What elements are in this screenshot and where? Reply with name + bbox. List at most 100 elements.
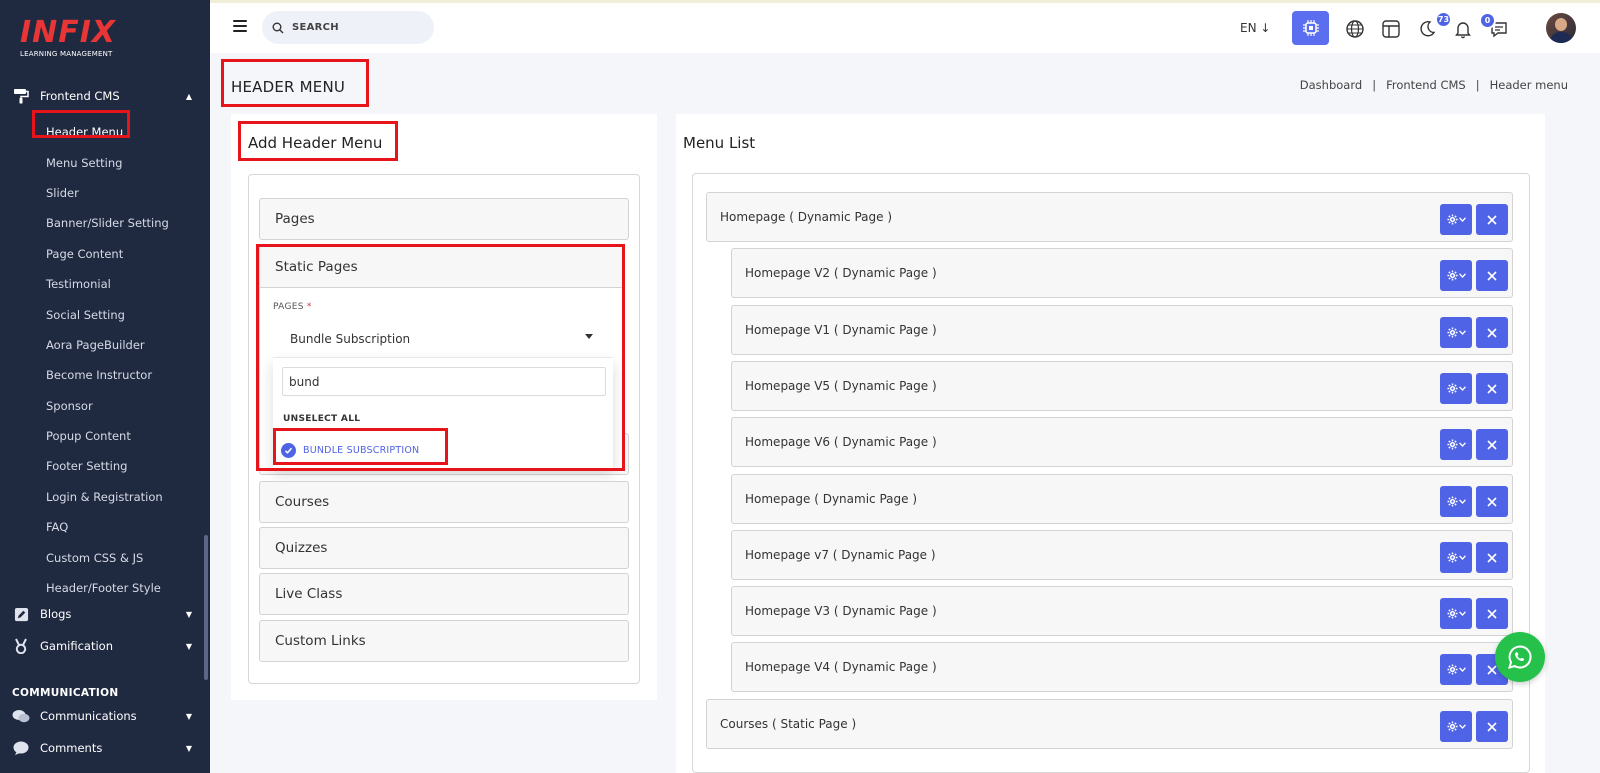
sidebar-item-banner-slider-setting[interactable]: Banner/Slider Setting bbox=[46, 208, 169, 238]
sidebar-item-faq[interactable]: FAQ bbox=[46, 512, 169, 542]
unselect-all-link[interactable]: UNSELECT ALL bbox=[283, 414, 360, 424]
menu-list-item[interactable]: Homepage V1 ( Dynamic Page ) bbox=[731, 305, 1513, 355]
settings-button[interactable] bbox=[1440, 654, 1472, 685]
sidebar-item-login-registration[interactable]: Login & Registration bbox=[46, 482, 169, 512]
sidebar-item-menu-setting[interactable]: Menu Setting bbox=[46, 147, 169, 177]
bell-icon[interactable] bbox=[1453, 19, 1473, 39]
layout-icon[interactable] bbox=[1381, 19, 1401, 39]
sidebar-group-comments[interactable]: Comments ▼ bbox=[12, 737, 198, 759]
close-icon bbox=[1487, 439, 1497, 450]
topbar: SEARCH EN ↓ 73 0 bbox=[210, 0, 1600, 53]
dropdown-search-input[interactable]: bund bbox=[282, 367, 606, 396]
sidebar: INFIX LEARNING MANAGEMENT Frontend CMS ▲… bbox=[0, 0, 210, 773]
sidebar-item-custom-css-js[interactable]: Custom CSS & JS bbox=[46, 542, 169, 572]
menu-item-label: Homepage V4 ( Dynamic Page ) bbox=[745, 660, 937, 674]
brand-tagline: LEARNING MANAGEMENT bbox=[20, 50, 113, 58]
delete-button[interactable] bbox=[1476, 429, 1508, 460]
settings-button[interactable] bbox=[1440, 260, 1472, 291]
gear-icon bbox=[1446, 721, 1458, 732]
logo[interactable]: INFIX LEARNING MANAGEMENT bbox=[20, 15, 117, 59]
gear-icon bbox=[1446, 214, 1458, 225]
moon-icon[interactable] bbox=[1417, 19, 1437, 39]
sidebar-item-social-setting[interactable]: Social Setting bbox=[46, 299, 169, 329]
sidebar-group-gamification[interactable]: Gamification ▼ bbox=[12, 635, 198, 657]
pages-label-text: PAGES bbox=[273, 302, 304, 312]
comment-icon bbox=[12, 739, 30, 757]
menu-list-item[interactable]: Homepage ( Dynamic Page ) bbox=[731, 474, 1513, 524]
delete-button[interactable] bbox=[1476, 711, 1508, 742]
accordion-quizzes[interactable]: Quizzes bbox=[259, 527, 629, 569]
sidebar-item-footer-setting[interactable]: Footer Setting bbox=[46, 451, 169, 481]
delete-button[interactable] bbox=[1476, 317, 1508, 348]
sidebar-item-page-content[interactable]: Page Content bbox=[46, 239, 169, 269]
chevron-up-icon: ▲ bbox=[185, 91, 192, 101]
language-selector[interactable]: EN ↓ bbox=[1240, 21, 1270, 35]
sidebar-item-header-menu[interactable]: Header Menu bbox=[46, 117, 169, 147]
menu-list-item[interactable]: Homepage v7 ( Dynamic Page ) bbox=[731, 530, 1513, 580]
menu-item-label: Homepage v7 ( Dynamic Page ) bbox=[745, 548, 936, 562]
search-input[interactable]: SEARCH bbox=[262, 11, 434, 44]
menu-list-item[interactable]: Homepage ( Dynamic Page ) bbox=[706, 192, 1513, 242]
settings-button[interactable] bbox=[1440, 429, 1472, 460]
settings-button[interactable] bbox=[1440, 317, 1472, 348]
settings-button[interactable] bbox=[1440, 711, 1472, 742]
gear-icon bbox=[1446, 383, 1458, 394]
sidebar-item-become-instructor[interactable]: Become Instructor bbox=[46, 360, 169, 390]
whatsapp-button[interactable] bbox=[1495, 632, 1545, 682]
sidebar-item-slider[interactable]: Slider bbox=[46, 178, 169, 208]
sidebar-group-communications[interactable]: Communications ▼ bbox=[12, 705, 198, 727]
breadcrumb: Dashboard | Frontend CMS | Header menu bbox=[1300, 78, 1568, 92]
delete-button[interactable] bbox=[1476, 598, 1508, 629]
menu-list-item[interactable]: Homepage V3 ( Dynamic Page ) bbox=[731, 586, 1513, 636]
menu-list-item[interactable]: Homepage V5 ( Dynamic Page ) bbox=[731, 361, 1513, 411]
sidebar-item-header-footer-style[interactable]: Header/Footer Style bbox=[46, 573, 169, 603]
sidebar-item-sponsor[interactable]: Sponsor bbox=[46, 391, 169, 421]
accordion-live-class[interactable]: Live Class bbox=[259, 573, 629, 615]
settings-button[interactable] bbox=[1440, 204, 1472, 235]
delete-button[interactable] bbox=[1476, 373, 1508, 404]
delete-button[interactable] bbox=[1476, 260, 1508, 291]
settings-button[interactable] bbox=[1440, 542, 1472, 573]
accordion-custom-links[interactable]: Custom Links bbox=[259, 620, 629, 662]
static-pages-header[interactable]: Static Pages bbox=[260, 246, 624, 288]
sidebar-group-blogs[interactable]: Blogs ▼ bbox=[12, 603, 198, 625]
edit-icon bbox=[12, 605, 30, 623]
avatar[interactable] bbox=[1546, 13, 1576, 43]
gear-icon bbox=[1446, 439, 1458, 450]
sidebar-item-aora-pagebuilder[interactable]: Aora PageBuilder bbox=[46, 330, 169, 360]
menu-list-item[interactable]: Courses ( Static Page ) bbox=[706, 699, 1513, 749]
menu-list-item[interactable]: Homepage V4 ( Dynamic Page ) bbox=[731, 642, 1513, 692]
brand-name: INFIX bbox=[20, 15, 117, 50]
menu-toggle-icon[interactable] bbox=[233, 20, 247, 32]
settings-button[interactable] bbox=[1440, 486, 1472, 517]
settings-button[interactable] bbox=[1440, 373, 1472, 404]
accordion-courses[interactable]: Courses bbox=[259, 481, 629, 523]
cpu-icon bbox=[1302, 20, 1319, 36]
sidebar-group-frontend-cms[interactable]: Frontend CMS ▲ bbox=[12, 85, 198, 107]
accordion-pages[interactable]: Pages bbox=[259, 198, 629, 240]
breadcrumb-dashboard[interactable]: Dashboard bbox=[1300, 78, 1362, 92]
chevron-down-icon bbox=[1458, 667, 1466, 672]
chevron-down-icon bbox=[1458, 555, 1466, 560]
search-placeholder: SEARCH bbox=[292, 22, 339, 33]
dropdown-option-bundle-subscription[interactable]: BUNDLE SUBSCRIPTION bbox=[273, 435, 613, 465]
delete-button[interactable] bbox=[1476, 204, 1508, 235]
pages-select[interactable]: Bundle Subscription bbox=[273, 320, 613, 358]
delete-button[interactable] bbox=[1476, 486, 1508, 517]
menu-item-label: Courses ( Static Page ) bbox=[720, 717, 857, 731]
menu-list-item[interactable]: Homepage V2 ( Dynamic Page ) bbox=[731, 248, 1513, 298]
sidebar-item-popup-content[interactable]: Popup Content bbox=[46, 421, 169, 451]
close-icon bbox=[1487, 383, 1497, 394]
globe-icon[interactable] bbox=[1345, 19, 1365, 39]
sidebar-scrollbar[interactable] bbox=[204, 535, 208, 680]
breadcrumb-frontend-cms[interactable]: Frontend CMS bbox=[1386, 78, 1466, 92]
cpu-button[interactable] bbox=[1292, 11, 1329, 45]
sidebar-item-testimonial[interactable]: Testimonial bbox=[46, 269, 169, 299]
close-icon bbox=[1487, 721, 1497, 732]
chevron-down-icon bbox=[1458, 442, 1466, 447]
settings-button[interactable] bbox=[1440, 598, 1472, 629]
delete-button[interactable] bbox=[1476, 542, 1508, 573]
close-icon bbox=[1487, 552, 1497, 563]
menu-list-item[interactable]: Homepage V6 ( Dynamic Page ) bbox=[731, 417, 1513, 467]
close-icon bbox=[1487, 496, 1497, 507]
